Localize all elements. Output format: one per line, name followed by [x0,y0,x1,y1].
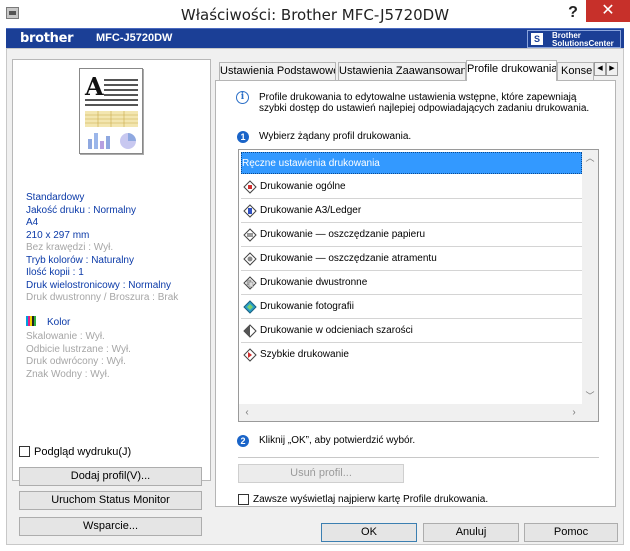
dialog-body: A Standardowy Jakość druku: Normalny A4… [6,48,624,545]
print-profiles-panel: i Profile drukowania to edytowalne ustaw… [215,80,616,507]
step-1-icon: 1 [237,131,249,143]
tab-basic-settings[interactable]: Ustawienia Podstawowe [219,62,336,80]
profile-item-manual[interactable]: Ręczne ustawienia drukowania [241,152,582,174]
printer-model: MFC-J5720DW [96,32,173,44]
divider [238,457,599,458]
profile-item-photo[interactable]: Drukowanie fotografii [241,296,582,318]
setting-mirror: Odbicie lustrzane : Wył. [26,344,131,355]
profile-item-label: Drukowanie fotografii [260,301,354,312]
fast-print-icon [243,348,257,362]
step-1-text: Wybierz żądany profil drukowania. [259,131,412,142]
profile-item-general[interactable]: Drukowanie ogólne [241,176,582,198]
solutions-center-label-2: SolutionsCenter [552,39,614,48]
profile-item-label: Drukowanie A3/Ledger [260,205,362,216]
profile-item-a3-ledger[interactable]: Drukowanie A3/Ledger [241,200,582,222]
profile-item-label: Szybkie drukowanie [260,349,349,360]
ink-save-icon [243,252,257,266]
list-divider [241,246,582,247]
setting-scaling: Skalowanie : Wył. [26,331,105,342]
setting-watermark: Znak Wodny : Wył. [26,369,110,380]
tab-scroll-left-icon[interactable]: ◀ [594,62,606,76]
setting-duplex: Druk dwustronny / Broszura : Brak [26,292,179,303]
profile-item-label: Drukowanie — oszczędzanie atramentu [260,253,437,264]
setting-reverse: Druk odwrócony : Wył. [26,356,126,367]
grayscale-icon [243,324,257,338]
list-divider [241,270,582,271]
profile-item-duplex[interactable]: Drukowanie dwustronne [241,272,582,294]
tab-print-profiles[interactable]: Profile drukowania [466,60,557,81]
setting-profile: Standardowy [26,192,85,203]
setting-color-mode: Tryb kolorów : Naturalny [26,255,134,266]
scroll-right-icon[interactable]: › [566,404,582,421]
duplex-icon [243,276,257,290]
cancel-button[interactable]: Anuluj [423,523,519,542]
window-title: Właściwości: Brother MFC-J5720DW [180,6,450,24]
support-button[interactable]: Wsparcie... [19,517,202,536]
always-show-profiles-checkbox[interactable] [238,494,249,505]
add-profile-button[interactable]: Dodaj profil(V)... [19,467,202,486]
profile-item-paper-save[interactable]: Drukowanie — oszczędzanie papieru [241,224,582,246]
list-horizontal-scrollbar[interactable]: ‹ › [239,404,598,421]
step-2-icon: 2 [237,435,249,447]
profile-item-ink-save[interactable]: Drukowanie — oszczędzanie atramentu [241,248,582,270]
solutions-center-button[interactable]: S Brother SolutionsCenter [527,30,621,48]
setting-print-quality: Jakość druku : Normalny [26,205,137,216]
list-divider [241,222,582,223]
solutions-center-icon: S [531,33,543,45]
profile-item-label: Drukowanie — oszczędzanie papieru [260,229,426,240]
list-divider [241,342,582,343]
profile-item-label: Drukowanie w odcieniach szarości [260,325,413,336]
ok-button[interactable]: OK [321,523,417,542]
scroll-left-icon[interactable]: ‹ [239,404,255,421]
info-icon: i [236,91,249,104]
settings-summary-panel: A Standardowy Jakość druku: Normalny A4… [12,59,211,481]
setting-paper-size: A4 [26,217,39,228]
title-bar: Właściwości: Brother MFC-J5720DW ? ✕ [0,0,630,28]
a3-print-icon [243,204,257,218]
profiles-description: Profile drukowania to edytowalne ustawie… [259,92,590,114]
list-divider [241,294,582,295]
scroll-down-icon[interactable]: ﹀ [582,388,598,404]
tab-maintenance[interactable]: Konser [557,62,594,80]
help-title-button[interactable]: ? [560,2,586,24]
brand-bar: brother MFC-J5720DW S Brother SolutionsC… [6,28,624,48]
always-show-profiles-label[interactable]: Zawsze wyświetlaj najpierw kartę Profile… [253,494,488,505]
status-monitor-button[interactable]: Uruchom Status Monitor [19,491,202,510]
brother-logo: brother [20,31,74,46]
paper-save-icon [243,228,257,242]
profile-item-label: Drukowanie dwustronne [260,277,368,288]
setting-paper-dimensions: 210 x 297 mm [26,230,90,241]
tab-scroll-right-icon[interactable]: ▶ [606,62,618,76]
scroll-up-icon[interactable]: ︿ [582,150,598,166]
step-2-text: Kliknij „OK”, aby potwierdzić wybór. [259,435,416,446]
remove-profile-button[interactable]: Usuń profil... [238,464,404,483]
profile-list[interactable]: Ręczne ustawienia drukowania Drukowanie … [238,149,599,422]
svg-text:A: A [84,72,104,101]
tab-advanced-settings[interactable]: Ustawienia Zaawansowane [338,62,466,80]
document-preview-icon: A [84,72,138,149]
photo-print-icon [243,300,257,314]
profile-item-grayscale[interactable]: Drukowanie w odcieniach szarości [241,320,582,342]
setting-multipage: Druk wielostronicowy : Normalny [26,280,172,291]
setting-copies: Ilość kopii : 1 [26,267,84,278]
help-button[interactable]: Pomoc [524,523,618,542]
setting-color-label: Kolor [47,317,71,328]
general-print-icon [243,180,257,194]
profile-item-fast[interactable]: Szybkie drukowanie [241,344,582,366]
color-bars-icon [26,316,36,326]
list-vertical-scrollbar[interactable]: ︿ ﹀ [582,150,598,404]
list-divider [241,318,582,319]
setting-borderless: Bez krawędzi : Wył. [26,242,114,253]
print-preview-checkbox[interactable] [19,446,30,457]
list-divider [241,198,582,199]
close-button[interactable]: ✕ [586,0,630,22]
print-preview-label[interactable]: Podgląd wydruku(J) [34,446,131,458]
profile-item-label: Ręczne ustawienia drukowania [242,158,380,169]
page-preview: A [79,68,143,154]
profile-item-label: Drukowanie ogólne [260,181,346,192]
